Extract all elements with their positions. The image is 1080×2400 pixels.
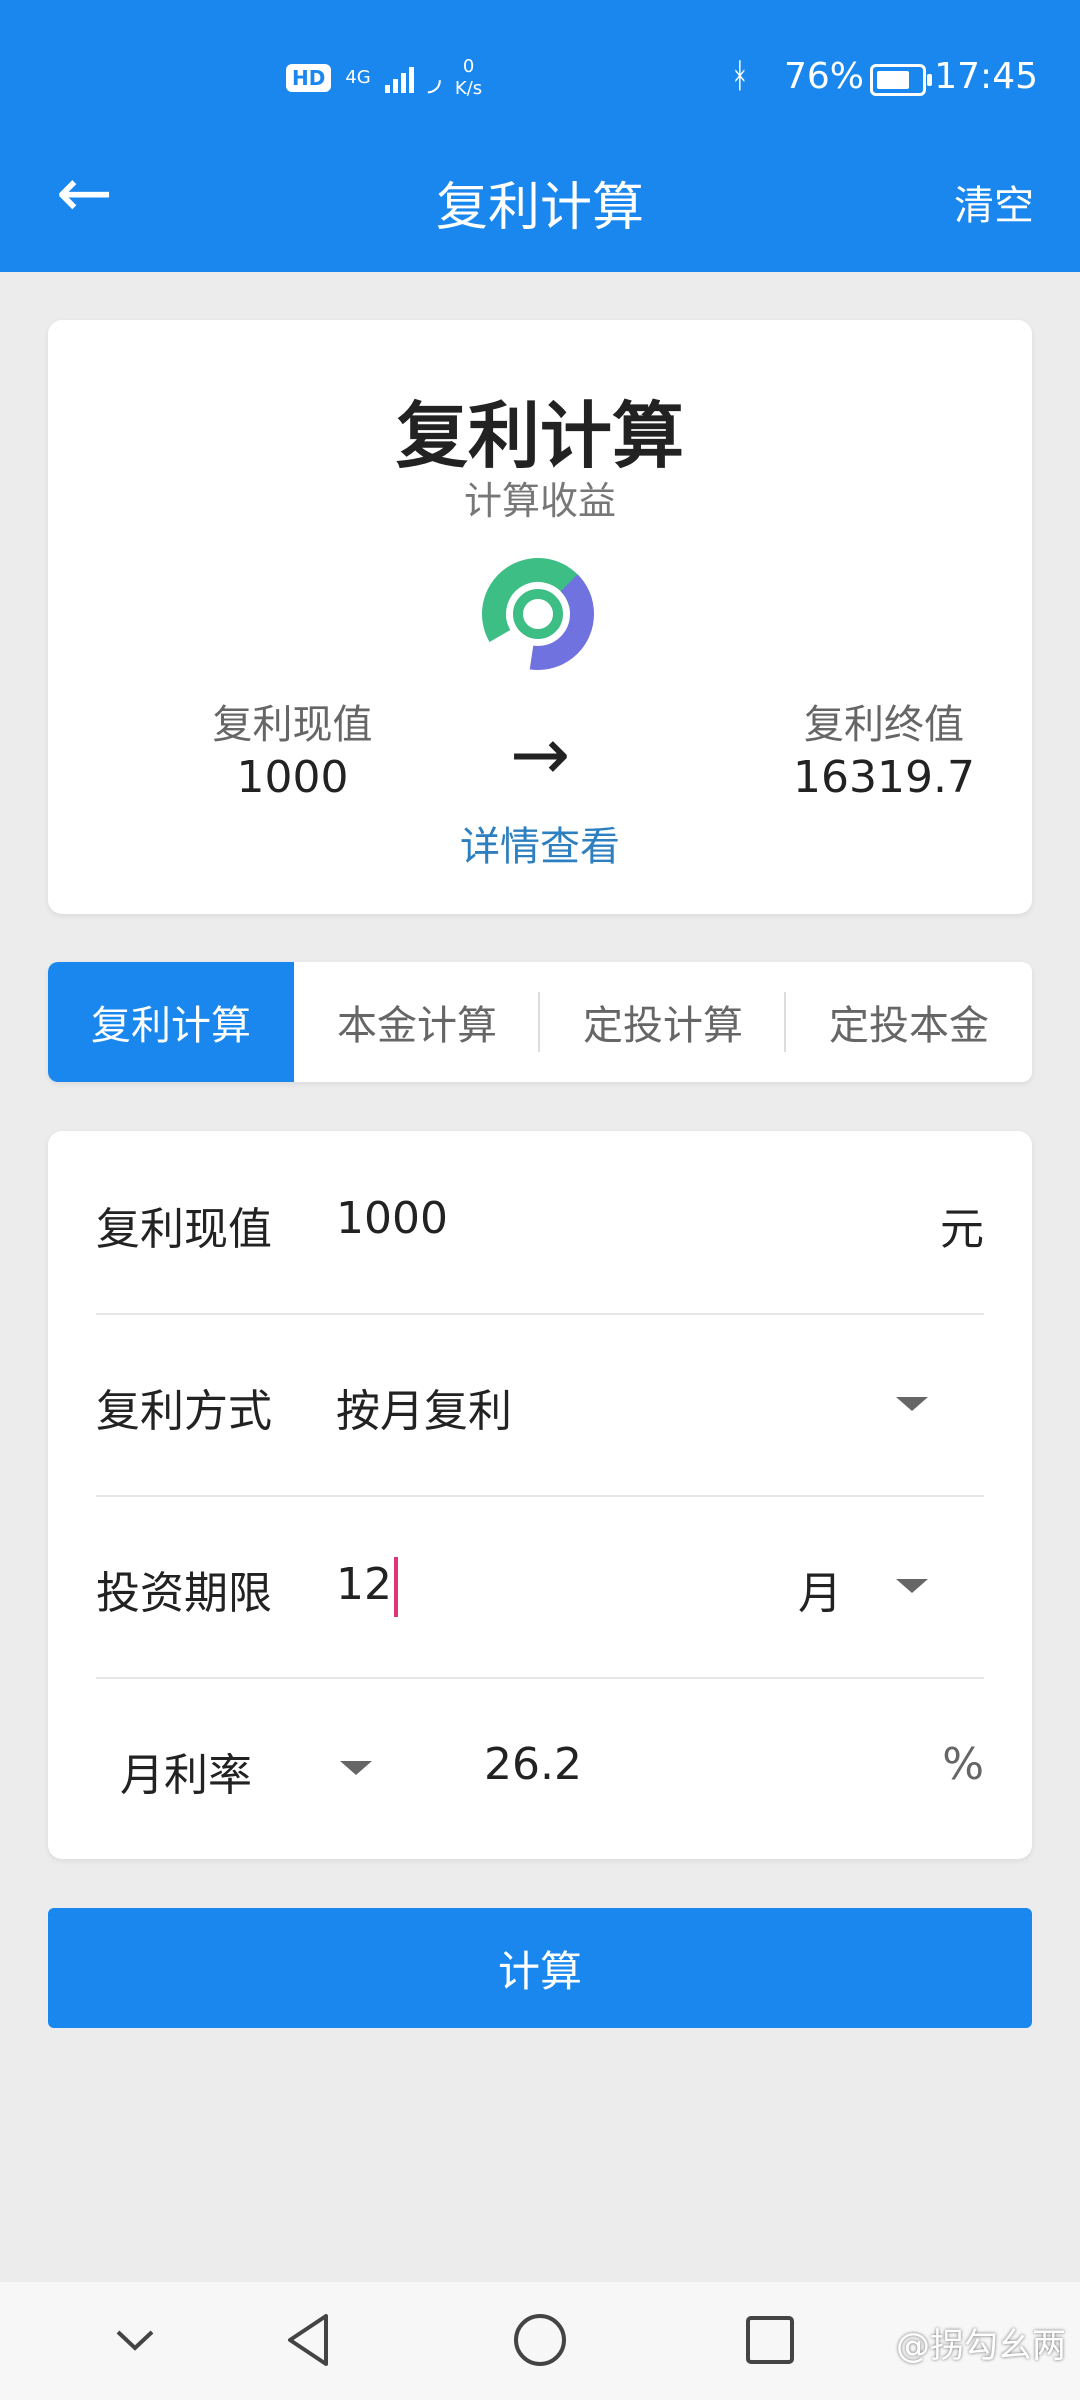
clear-button[interactable]: 清空 bbox=[954, 173, 1034, 231]
currency-unit: 元 bbox=[940, 1204, 984, 1255]
bluetooth-icon: ᚼ bbox=[729, 56, 750, 96]
watermark: @拐勾幺两 bbox=[896, 2326, 1066, 2366]
period-input[interactable]: 12 bbox=[336, 1557, 398, 1617]
text-cursor bbox=[394, 1557, 398, 1617]
future-value-label: 复利终值 bbox=[804, 702, 964, 748]
home-circle-icon[interactable] bbox=[510, 2310, 570, 2370]
present-value-row: 复利现值 1000 元 bbox=[96, 1131, 984, 1315]
period-row: 投资期限 12 月 bbox=[96, 1495, 984, 1679]
percent-unit: % bbox=[942, 1739, 984, 1790]
chevron-down-icon[interactable] bbox=[896, 1397, 928, 1411]
tab-label: 定投本金 bbox=[829, 1003, 989, 1049]
battery-icon bbox=[870, 64, 932, 96]
period-value: 12 bbox=[336, 1559, 392, 1610]
calc-tabs: 复利计算 本金计算 定投计算 定投本金 bbox=[48, 962, 1032, 1082]
tab-label: 复利计算 bbox=[91, 1003, 251, 1049]
rate-row: 月利率 26.2 % bbox=[96, 1677, 984, 1859]
network-speed: 0 K/s bbox=[455, 56, 482, 100]
summary-title: 复利计算 bbox=[395, 394, 684, 478]
details-link[interactable]: 详情查看 bbox=[48, 814, 1032, 872]
compound-mode-label: 复利方式 bbox=[96, 1386, 272, 1437]
donut-chart-icon bbox=[482, 558, 594, 670]
arrow-right-icon: → bbox=[510, 712, 571, 796]
hd-badge: HD bbox=[286, 64, 332, 92]
summary-subtitle: 计算收益 bbox=[463, 479, 616, 523]
summary-card: 复利计算 计算收益 复利现值 1000 → 复利终值 16319.7 详情查看 bbox=[48, 320, 1032, 914]
present-value-input[interactable]: 1000 bbox=[336, 1193, 448, 1244]
chevron-down-icon[interactable] bbox=[896, 1579, 928, 1593]
present-value-field-label: 复利现值 bbox=[96, 1204, 272, 1255]
speed-unit: K/s bbox=[454, 78, 483, 99]
calculate-button[interactable]: 计算 bbox=[48, 1908, 1032, 2028]
compound-mode-row[interactable]: 复利方式 按月复利 bbox=[96, 1313, 984, 1497]
period-label: 投资期限 bbox=[96, 1568, 272, 1619]
tab-principal[interactable]: 本金计算 bbox=[294, 962, 540, 1082]
network-type: 4G bbox=[345, 67, 371, 88]
app-header: HD 4G ◞ 0 K/s ᚼ 76% 17:45 ← 复利计算 清空 bbox=[0, 0, 1080, 272]
present-value-label: 复利现值 bbox=[212, 702, 373, 748]
wifi-icon: ◞ bbox=[427, 58, 441, 98]
input-form: 复利现值 1000 元 复利方式 按月复利 投资期限 12 月 月利率 26.2… bbox=[48, 1131, 1032, 1859]
compound-mode-select[interactable]: 按月复利 bbox=[336, 1375, 512, 1439]
recents-square-icon[interactable] bbox=[740, 2310, 800, 2370]
future-value: 16319.7 bbox=[793, 752, 975, 803]
back-triangle-icon[interactable] bbox=[280, 2310, 340, 2370]
speed-value: 0 bbox=[462, 56, 475, 77]
rate-input[interactable]: 26.2 bbox=[484, 1739, 582, 1790]
chevron-down-icon[interactable] bbox=[340, 1761, 372, 1775]
tab-fixed-principal[interactable]: 定投本金 bbox=[786, 962, 1032, 1082]
status-left: HD 4G ◞ 0 K/s bbox=[286, 56, 482, 100]
tab-label: 本金计算 bbox=[337, 1003, 497, 1049]
tab-label: 定投计算 bbox=[583, 1003, 743, 1049]
page-title: 复利计算 bbox=[435, 178, 644, 238]
rate-type-select[interactable]: 月利率 bbox=[120, 1739, 252, 1803]
tab-compound[interactable]: 复利计算 bbox=[48, 962, 294, 1082]
chevron-down-icon[interactable] bbox=[110, 2310, 160, 2370]
period-unit-select[interactable]: 月 bbox=[798, 1557, 842, 1621]
battery-percent: 76% bbox=[783, 56, 864, 97]
signal-icon bbox=[384, 63, 414, 93]
present-value: 1000 bbox=[236, 752, 349, 803]
status-time: 17:45 bbox=[934, 56, 1038, 97]
tab-fixed-investment[interactable]: 定投计算 bbox=[540, 962, 786, 1082]
